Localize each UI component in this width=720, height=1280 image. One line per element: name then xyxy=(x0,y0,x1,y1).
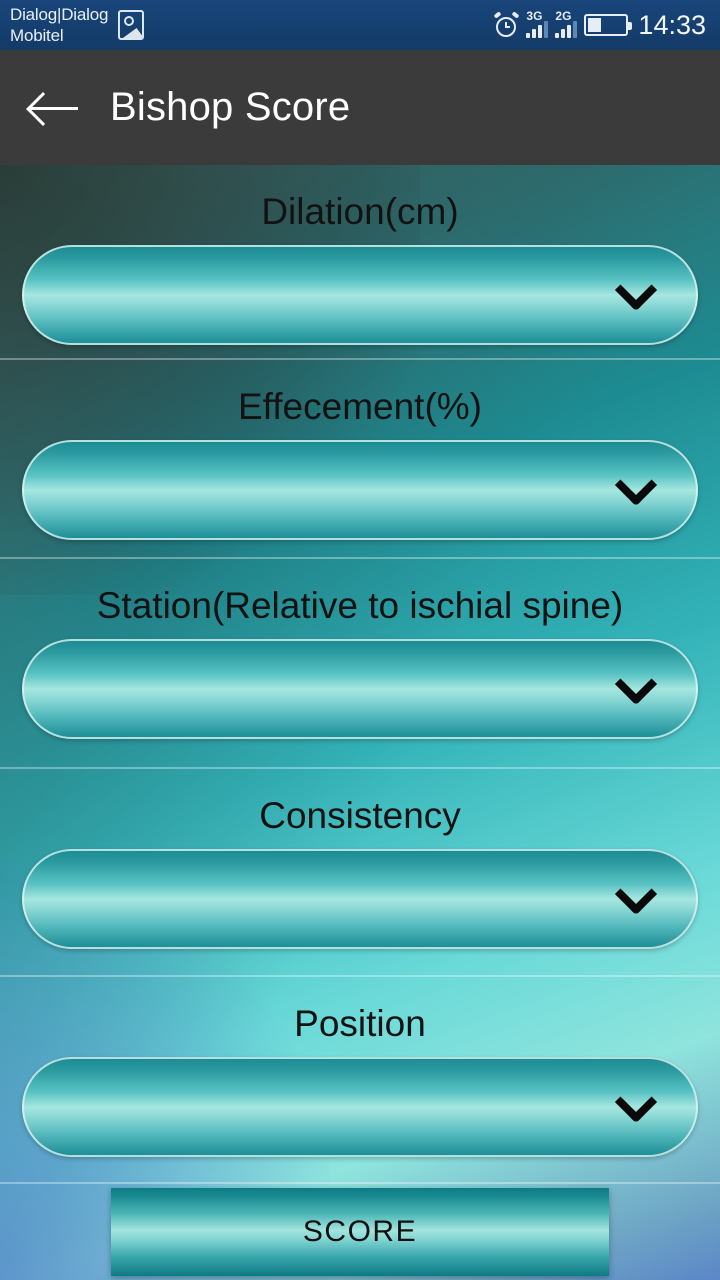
alarm-clock-icon xyxy=(493,10,520,38)
score-button-area: SCORE xyxy=(0,1184,720,1280)
sim1-network-label: 3G xyxy=(526,9,543,23)
sim1-signal-bars xyxy=(526,21,549,38)
page-title: Bishop Score xyxy=(110,85,351,129)
battery-icon xyxy=(584,14,633,36)
field-group-position: Position xyxy=(0,977,720,1184)
score-button[interactable]: SCORE xyxy=(111,1188,609,1276)
field-group-consistency: Consistency xyxy=(0,769,720,977)
spinner-position[interactable] xyxy=(22,1057,698,1157)
app-bar: Bishop Score xyxy=(0,50,720,165)
field-group-dilation: Dilation(cm) xyxy=(0,165,720,360)
status-bar-right: 3G 2G 14:33 xyxy=(493,9,706,40)
chevron-down-icon xyxy=(618,275,652,309)
spinner-consistency[interactable] xyxy=(22,849,698,949)
field-group-station: Station(Relative to ischial spine) xyxy=(0,559,720,769)
carrier-line-1: Dialog|Dialog xyxy=(10,5,109,24)
field-label-station: Station(Relative to ischial spine) xyxy=(96,585,624,626)
app-screen: Dialog|Dialog Mobitel 3G 2G 14:33 Bishop… xyxy=(0,0,720,1280)
signal-sim2: 2G xyxy=(555,9,578,38)
spinner-dilation[interactable] xyxy=(22,245,698,345)
chevron-down-icon xyxy=(618,1087,652,1121)
form-content: Dilation(cm) Effecement(%) Station(Relat… xyxy=(0,165,720,1280)
status-bar-left: Dialog|Dialog Mobitel xyxy=(10,4,145,46)
field-label-consistency: Consistency xyxy=(259,795,461,836)
spinner-station[interactable] xyxy=(22,639,698,739)
signal-sim1: 3G xyxy=(526,9,549,38)
field-label-dilation: Dilation(cm) xyxy=(261,191,459,232)
back-arrow-icon xyxy=(30,91,80,125)
field-label-position: Position xyxy=(294,1003,426,1044)
sim2-network-label: 2G xyxy=(555,9,572,23)
back-button[interactable] xyxy=(0,50,110,165)
sim2-signal-bars xyxy=(555,21,578,38)
carrier-label: Dialog|Dialog Mobitel xyxy=(10,4,108,46)
chevron-down-icon xyxy=(618,470,652,504)
screenshot-icon xyxy=(118,10,145,40)
chevron-down-icon xyxy=(618,669,652,703)
status-bar-clock: 14:33 xyxy=(638,9,706,40)
spinner-effacement[interactable] xyxy=(22,440,698,540)
field-label-effacement: Effecement(%) xyxy=(237,386,483,427)
carrier-line-2: Mobitel xyxy=(10,26,64,45)
chevron-down-icon xyxy=(618,879,652,913)
field-group-effacement: Effecement(%) xyxy=(0,360,720,559)
status-bar: Dialog|Dialog Mobitel 3G 2G 14:33 xyxy=(0,0,720,50)
